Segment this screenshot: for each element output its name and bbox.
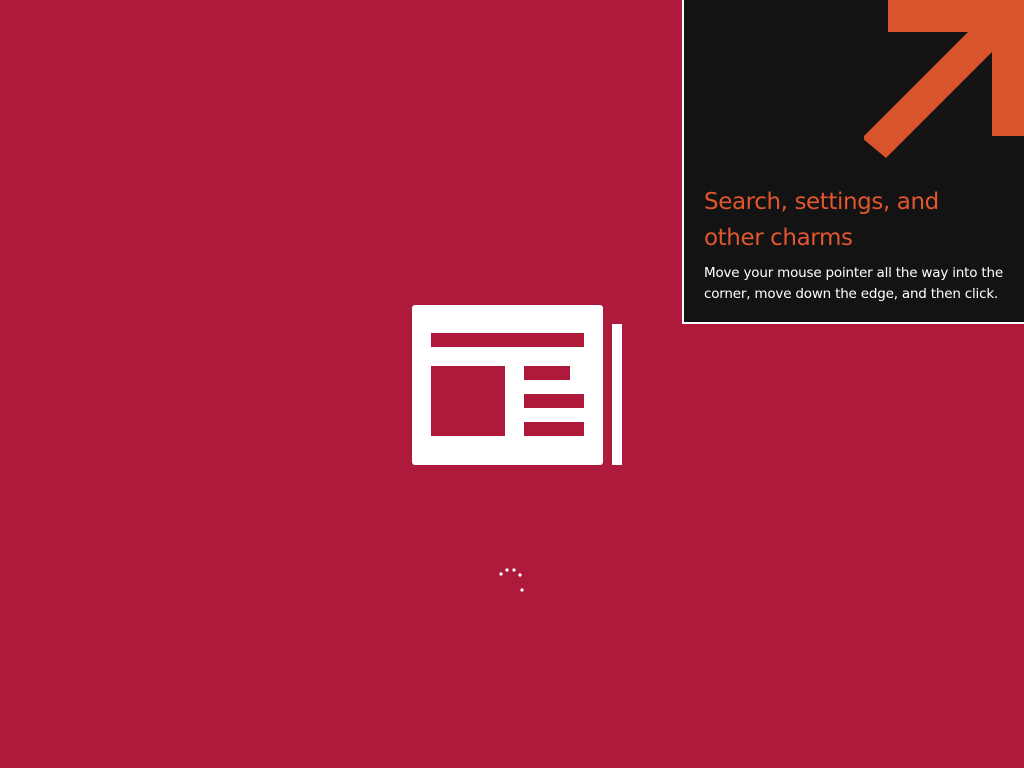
loading-dots-icon — [499, 568, 524, 592]
charms-tip-body: Move your mouse pointer all the way into… — [704, 265, 1003, 302]
newspaper-icon — [412, 305, 622, 465]
diagonal-arrow-up-right-icon — [864, 0, 1024, 158]
charms-tip-panel: Search, settings, and other charms Move … — [682, 0, 1024, 324]
charms-tip-title: Search, settings, and other charms — [704, 189, 939, 251]
